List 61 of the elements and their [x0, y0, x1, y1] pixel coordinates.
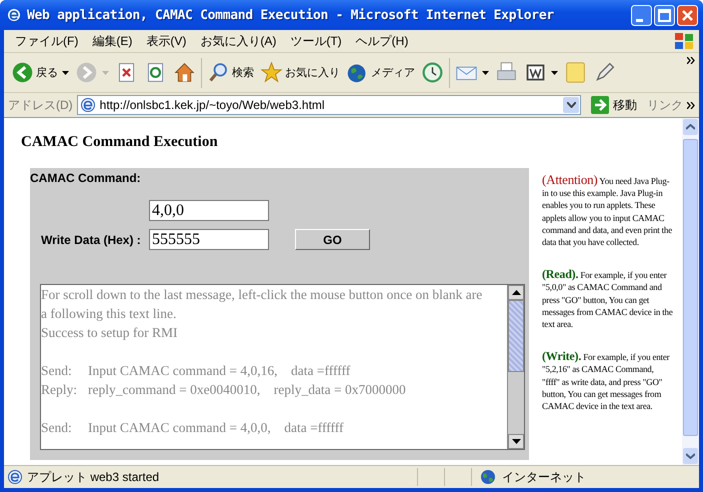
up-arrow-icon[interactable]	[512, 290, 520, 295]
log-line: Send: Input CAMAC command = 4,0,0, data =ffffff	[41, 419, 344, 437]
log-line: Reply: reply_command = 0xe0040010, reply_data = 0x7000000	[41, 381, 407, 399]
zone-label: インターネット	[502, 468, 586, 486]
menu-item[interactable]: ヘルプ(H)	[348, 32, 416, 50]
caret-icon	[482, 70, 489, 74]
right-arrow-icon	[591, 96, 609, 114]
write-data-field[interactable]: 555555	[149, 229, 269, 250]
menu-item[interactable]: ツール(T)	[283, 32, 349, 50]
menu-item[interactable]: お気に入り(A)	[193, 32, 284, 50]
write-data-label: Write Data (Hex) :	[41, 232, 142, 246]
go-button[interactable]: GO	[295, 229, 370, 250]
status-text: アプレット web3 started	[27, 468, 160, 486]
pen-icon	[593, 61, 616, 84]
house-icon	[173, 61, 196, 84]
address-field[interactable]: http://onlsbc1.kek.jp/~toyo/Web/web3.html	[76, 95, 581, 115]
window-title: Web application, CAMAC Command Execution - Microsoft Internet Explorer	[27, 8, 554, 22]
note-paragraph: (Attention)You need Java Plug-in to use this example. Java Plug-in enables you to run applets. These applets allow you to input CAMAC command and data, and even print the data that you have collected.	[542, 174, 673, 248]
command-field[interactable]: 4,0,0	[149, 200, 269, 221]
toolbar-button[interactable]: お気に入り	[257, 59, 343, 86]
windows-flag-icon	[673, 32, 695, 50]
chevron-down-icon[interactable]	[686, 453, 695, 459]
address-label: アドレス(D)	[8, 96, 73, 114]
clock-icon	[421, 61, 444, 84]
more-chevron-icon[interactable]	[687, 57, 695, 64]
star-icon	[260, 61, 283, 84]
toolbar-button[interactable]: 戻る	[8, 59, 72, 86]
caret-icon	[102, 70, 109, 74]
caret-icon	[551, 70, 558, 74]
chevron-down-icon	[566, 102, 576, 108]
more-chevron-icon[interactable]	[687, 102, 695, 108]
log-line: a following this text line.	[41, 305, 178, 323]
scrollbar[interactable]	[682, 118, 699, 465]
menu-item[interactable]: 編集(E)	[85, 32, 140, 50]
minimize-button[interactable]	[631, 4, 652, 26]
note-paragraph: (Write). For example, if you enter "5,2,16" as CAMAC Command, "ffff" as write data, and press "GO" button, You can get messages from CAMAC device in the text area.	[542, 350, 670, 412]
menu-item[interactable]: 表示(V)	[139, 32, 194, 50]
maximize-button[interactable]	[654, 4, 675, 26]
caret-icon	[62, 70, 69, 74]
page-icon	[7, 469, 23, 485]
log-line: Success to setup for RMI	[41, 324, 178, 342]
note-icon	[564, 61, 587, 84]
note-paragraph: (Read). For example, if you enter "5,0,0" as CAMAC Command and press "GO" button, You can get messages from CAMAC device in the text area.	[542, 268, 673, 330]
chevron-up-icon[interactable]	[686, 124, 695, 130]
menu-item[interactable]: ファイル(F)	[8, 32, 86, 50]
command-label: CAMAC Command:	[30, 171, 141, 185]
dropdown-button[interactable]	[563, 97, 579, 113]
down-arrow-icon[interactable]	[512, 439, 520, 444]
search-icon	[207, 61, 230, 84]
toolbar-button[interactable]: メディア	[343, 59, 418, 86]
page-icon	[80, 97, 96, 113]
log-line: Send: Input CAMAC command = 4,0,16, data =ffffff	[41, 362, 352, 380]
scrollbar[interactable]	[507, 285, 524, 449]
links-label[interactable]: リンク	[647, 96, 683, 114]
page-heading: CAMAC Command Execution	[21, 134, 219, 151]
go-button[interactable]: 移動	[585, 96, 643, 114]
toolbar-button[interactable]: 検索	[204, 59, 257, 86]
globe-icon	[480, 469, 496, 485]
log-line: For scroll down to the last message, left-click the mouse button once on blank are	[41, 286, 484, 304]
close-button[interactable]	[677, 4, 698, 26]
browser-logo-icon	[6, 7, 22, 23]
